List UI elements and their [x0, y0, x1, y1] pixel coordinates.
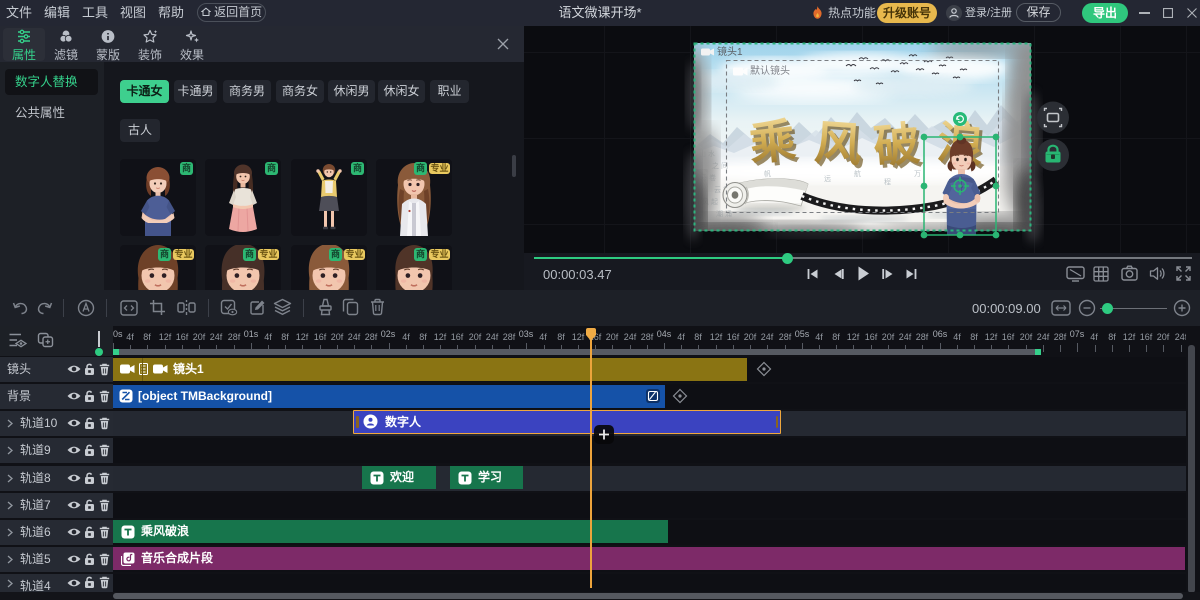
svg-text:远: 远: [824, 175, 831, 183]
svg-text:默认镜头: 默认镜头: [750, 64, 790, 77]
svg-text:破: 破: [872, 118, 922, 173]
svg-text:风: 风: [813, 117, 864, 172]
svg-text:乘: 乘: [747, 115, 798, 171]
svg-text:镜头1: 镜头1: [717, 45, 743, 58]
svg-text:程: 程: [884, 177, 891, 186]
